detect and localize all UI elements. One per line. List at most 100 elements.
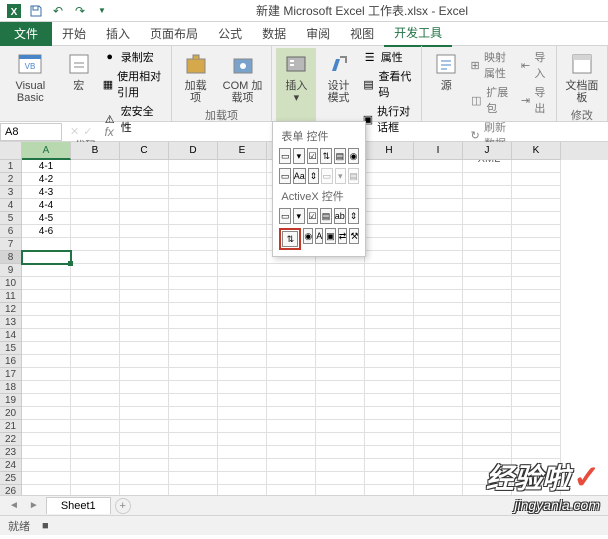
- cell-F26[interactable]: [267, 485, 316, 495]
- cell-E7[interactable]: [218, 238, 267, 251]
- cell-H19[interactable]: [365, 394, 414, 407]
- cell-D4[interactable]: [169, 199, 218, 212]
- cell-B17[interactable]: [71, 368, 120, 381]
- ax-spinbutton-icon[interactable]: ⇅: [282, 231, 298, 247]
- add-sheet-button[interactable]: +: [115, 498, 131, 514]
- row-head-6[interactable]: 6: [0, 225, 22, 238]
- col-head-I[interactable]: I: [414, 142, 463, 160]
- cell-B5[interactable]: [71, 212, 120, 225]
- cell-G13[interactable]: [316, 316, 365, 329]
- cell-D7[interactable]: [169, 238, 218, 251]
- ax-toggle-icon[interactable]: ⇄: [338, 228, 348, 244]
- cell-J16[interactable]: [463, 355, 512, 368]
- row-head-18[interactable]: 18: [0, 381, 22, 394]
- cell-K1[interactable]: [512, 160, 561, 173]
- ax-combobox-icon[interactable]: ▾: [293, 208, 305, 224]
- cell-B25[interactable]: [71, 472, 120, 485]
- cell-I16[interactable]: [414, 355, 463, 368]
- cell-J14[interactable]: [463, 329, 512, 342]
- cell-D22[interactable]: [169, 433, 218, 446]
- cell-K24[interactable]: [512, 459, 561, 472]
- cell-G19[interactable]: [316, 394, 365, 407]
- cell-H12[interactable]: [365, 303, 414, 316]
- col-head-D[interactable]: D: [169, 142, 218, 160]
- cell-K19[interactable]: [512, 394, 561, 407]
- cell-I8[interactable]: [414, 251, 463, 264]
- cell-E14[interactable]: [218, 329, 267, 342]
- form-checkbox-icon[interactable]: ☑: [307, 148, 319, 164]
- cell-D23[interactable]: [169, 446, 218, 459]
- cell-J23[interactable]: [463, 446, 512, 459]
- cell-F9[interactable]: [267, 264, 316, 277]
- visual-basic-button[interactable]: VB Visual Basic: [4, 48, 57, 136]
- cell-G25[interactable]: [316, 472, 365, 485]
- cell-E13[interactable]: [218, 316, 267, 329]
- row-head-15[interactable]: 15: [0, 342, 22, 355]
- cell-K12[interactable]: [512, 303, 561, 316]
- redo-icon[interactable]: ↷: [72, 3, 88, 19]
- form-option-icon[interactable]: ◉: [348, 148, 360, 164]
- row-head-22[interactable]: 22: [0, 433, 22, 446]
- cell-B10[interactable]: [71, 277, 120, 290]
- cell-B24[interactable]: [71, 459, 120, 472]
- cell-D8[interactable]: [169, 251, 218, 264]
- addins-button[interactable]: 加载项: [176, 48, 216, 106]
- cell-J6[interactable]: [463, 225, 512, 238]
- cell-A7[interactable]: [22, 238, 71, 251]
- cell-K18[interactable]: [512, 381, 561, 394]
- cell-F15[interactable]: [267, 342, 316, 355]
- cell-K9[interactable]: [512, 264, 561, 277]
- cell-J3[interactable]: [463, 186, 512, 199]
- cell-J20[interactable]: [463, 407, 512, 420]
- row-head-3[interactable]: 3: [0, 186, 22, 199]
- cell-H22[interactable]: [365, 433, 414, 446]
- cell-A2[interactable]: 4-2: [22, 173, 71, 186]
- cell-E20[interactable]: [218, 407, 267, 420]
- cell-D15[interactable]: [169, 342, 218, 355]
- cell-K7[interactable]: [512, 238, 561, 251]
- cell-B3[interactable]: [71, 186, 120, 199]
- export-button[interactable]: ⇥ 导出: [519, 83, 552, 117]
- cell-D16[interactable]: [169, 355, 218, 368]
- row-head-2[interactable]: 2: [0, 173, 22, 186]
- cell-E23[interactable]: [218, 446, 267, 459]
- tab-view[interactable]: 视图: [340, 21, 384, 46]
- cell-E15[interactable]: [218, 342, 267, 355]
- cell-H7[interactable]: [365, 238, 414, 251]
- use-relative-button[interactable]: ▦ 使用相对引用: [101, 67, 167, 101]
- cell-G20[interactable]: [316, 407, 365, 420]
- cell-H10[interactable]: [365, 277, 414, 290]
- row-head-21[interactable]: 21: [0, 420, 22, 433]
- cell-H14[interactable]: [365, 329, 414, 342]
- cell-E19[interactable]: [218, 394, 267, 407]
- cell-G9[interactable]: [316, 264, 365, 277]
- cell-B26[interactable]: [71, 485, 120, 495]
- ax-listbox-icon[interactable]: ▤: [320, 208, 332, 224]
- cell-D5[interactable]: [169, 212, 218, 225]
- cell-I1[interactable]: [414, 160, 463, 173]
- cell-C15[interactable]: [120, 342, 169, 355]
- cell-F25[interactable]: [267, 472, 316, 485]
- cell-A4[interactable]: 4-4: [22, 199, 71, 212]
- row-head-16[interactable]: 16: [0, 355, 22, 368]
- tab-page-layout[interactable]: 页面布局: [140, 21, 208, 46]
- cell-E18[interactable]: [218, 381, 267, 394]
- cell-E22[interactable]: [218, 433, 267, 446]
- cell-E25[interactable]: [218, 472, 267, 485]
- cell-C14[interactable]: [120, 329, 169, 342]
- cell-K17[interactable]: [512, 368, 561, 381]
- ax-image-icon[interactable]: ▣: [325, 228, 336, 244]
- cell-K23[interactable]: [512, 446, 561, 459]
- cell-K16[interactable]: [512, 355, 561, 368]
- cell-J4[interactable]: [463, 199, 512, 212]
- form-textfield-icon[interactable]: ▭: [321, 168, 332, 184]
- col-head-J[interactable]: J: [463, 142, 512, 160]
- cell-B8[interactable]: [71, 251, 120, 264]
- form-listbox-icon[interactable]: ▤: [334, 148, 346, 164]
- cell-H6[interactable]: [365, 225, 414, 238]
- cell-A20[interactable]: [22, 407, 71, 420]
- ax-checkbox-icon[interactable]: ☑: [307, 208, 319, 224]
- cell-H20[interactable]: [365, 407, 414, 420]
- cell-B19[interactable]: [71, 394, 120, 407]
- cell-B6[interactable]: [71, 225, 120, 238]
